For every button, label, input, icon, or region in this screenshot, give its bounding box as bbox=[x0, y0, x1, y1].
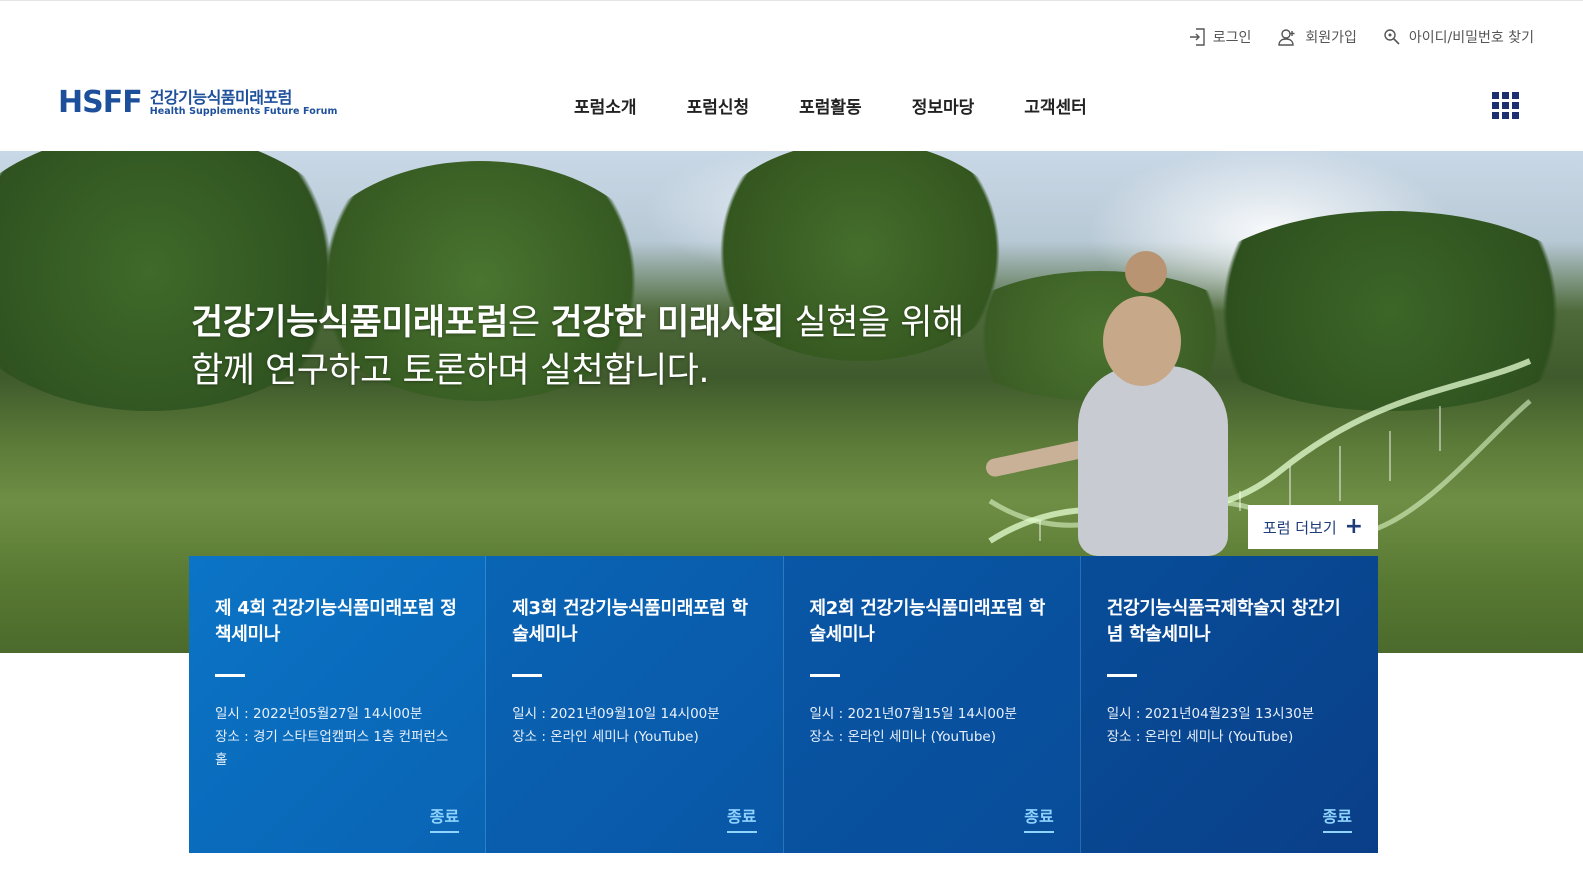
seminar-place: 장소 : 온라인 세미나 (YouTube) bbox=[1106, 729, 1294, 745]
seminar-place: 장소 : 온라인 세미나 (YouTube) bbox=[512, 729, 699, 745]
seminar-place: 장소 : 온라인 세미나 (YouTube) bbox=[809, 729, 997, 745]
hero-child-figure bbox=[1078, 366, 1228, 556]
divider bbox=[809, 674, 840, 677]
slogan-bold-future: 건강한 미래사회 bbox=[550, 303, 784, 343]
hero-slogan: 건강기능식품미래포럼은 건강한 미래사회 실현을 위해 함께 연구하고 토론하며… bbox=[191, 299, 964, 395]
grid-dot bbox=[1512, 112, 1519, 119]
slogan-text: 은 bbox=[508, 303, 551, 343]
forum-more-button[interactable]: 포럼 더보기 + bbox=[1248, 505, 1378, 549]
grid-dot bbox=[1492, 112, 1499, 119]
join-link[interactable]: 회원가입 bbox=[1277, 27, 1357, 47]
seminar-date: 일시 : 2021년09월10일 14시00분 bbox=[512, 706, 720, 722]
seminar-card[interactable]: 제 4회 건강기능식품미래포럼 정책세미나 일시 : 2022년05월27일 1… bbox=[189, 556, 487, 853]
seminar-status-badge: 종료 bbox=[429, 803, 460, 833]
hero-child-head bbox=[1103, 296, 1181, 386]
login-icon bbox=[1189, 28, 1205, 46]
join-label: 회원가입 bbox=[1305, 30, 1357, 46]
seminar-card[interactable]: 제2회 건강기능식품미래포럼 학술세미나 일시 : 2021년07월15일 14… bbox=[783, 556, 1081, 853]
seminar-card[interactable]: 제3회 건강기능식품미래포럼 학술세미나 일시 : 2021년09월10일 14… bbox=[486, 556, 784, 853]
logo-text: 건강기능식품미래포럼 Health Supplements Future For… bbox=[150, 89, 338, 117]
find-account-link[interactable]: 아이디/비밀번호 찾기 bbox=[1383, 27, 1534, 47]
grid-dot bbox=[1512, 102, 1519, 109]
logo-mark: HSFF bbox=[58, 85, 143, 120]
seminar-status-badge: 종료 bbox=[1322, 803, 1352, 833]
divider bbox=[1106, 674, 1137, 677]
seminar-status-badge: 종료 bbox=[1024, 803, 1054, 833]
seminar-title: 건강기능식품국제학술지 창간기념 학술세미나 bbox=[1106, 598, 1341, 645]
seminar-card[interactable]: 건강기능식품국제학술지 창간기념 학술세미나 일시 : 2021년04월23일 … bbox=[1080, 556, 1378, 853]
grid-dot bbox=[1502, 92, 1509, 99]
divider bbox=[512, 674, 543, 677]
slogan-bold-forum: 건강기능식품미래포럼 bbox=[191, 303, 509, 343]
grid-dot bbox=[1502, 102, 1509, 109]
nav-item-about[interactable]: 포럼소개 bbox=[574, 93, 637, 118]
login-label: 로그인 bbox=[1212, 30, 1252, 46]
login-link[interactable]: 로그인 bbox=[1189, 27, 1252, 47]
logo-name-ko: 건강기능식품미래포럼 bbox=[149, 87, 293, 107]
utility-menu: 로그인 회원가입 아이디/비밀번호 찾기 bbox=[1189, 27, 1534, 47]
top-border bbox=[0, 0, 1583, 3]
grid-dot bbox=[1512, 92, 1519, 99]
forum-more-label: 포럼 더보기 bbox=[1262, 518, 1337, 537]
find-account-label: 아이디/비밀번호 찾기 bbox=[1408, 30, 1534, 46]
slogan-text: 실현을 위해 bbox=[783, 303, 965, 343]
hero-slogan-line1: 건강기능식품미래포럼은 건강한 미래사회 실현을 위해 bbox=[191, 299, 964, 347]
seminar-date: 일시 : 2021년07월15일 14시00분 bbox=[809, 706, 1017, 722]
hero-slogan-line2: 함께 연구하고 토론하며 실천합니다. bbox=[191, 351, 710, 391]
seminar-card-list: 제 4회 건강기능식품미래포럼 정책세미나 일시 : 2022년05월27일 1… bbox=[189, 556, 1378, 853]
seminar-place: 장소 : 경기 스타트업캠퍼스 1층 컨퍼런스홀 bbox=[215, 729, 449, 768]
seminar-title: 제 4회 건강기능식품미래포럼 정책세미나 bbox=[215, 598, 457, 645]
nav-item-activity[interactable]: 포럼활동 bbox=[799, 93, 862, 118]
user-add-icon bbox=[1278, 29, 1295, 46]
grid-dot bbox=[1492, 102, 1499, 109]
seminar-title: 제3회 건강기능식품미래포럼 학술세미나 bbox=[512, 598, 748, 645]
nav-item-apply[interactable]: 포럼신청 bbox=[687, 93, 750, 118]
site-logo[interactable]: HSFF 건강기능식품미래포럼 Health Supplements Futur… bbox=[58, 88, 338, 118]
search-icon bbox=[1384, 29, 1400, 45]
grid-dot bbox=[1492, 92, 1499, 99]
main-nav: 포럼소개 포럼신청 포럼활동 정보마당 고객센터 bbox=[574, 93, 1087, 118]
nav-item-support[interactable]: 고객센터 bbox=[1024, 93, 1087, 118]
seminar-date: 일시 : 2022년05월27일 14시00분 bbox=[215, 706, 423, 722]
plus-icon: + bbox=[1344, 514, 1364, 539]
seminar-title: 제2회 건강기능식품미래포럼 학술세미나 bbox=[809, 598, 1046, 645]
seminar-status-badge: 종료 bbox=[727, 803, 757, 833]
hero-child-hair bbox=[1125, 251, 1167, 293]
nav-item-info[interactable]: 정보마당 bbox=[912, 93, 975, 118]
logo-name-en: Health Supplements Future Forum bbox=[149, 105, 338, 117]
seminar-date: 일시 : 2021년04월23일 13시30분 bbox=[1106, 706, 1315, 722]
all-menu-grid-icon[interactable] bbox=[1492, 92, 1519, 119]
divider bbox=[215, 674, 245, 677]
grid-dot bbox=[1502, 112, 1509, 119]
